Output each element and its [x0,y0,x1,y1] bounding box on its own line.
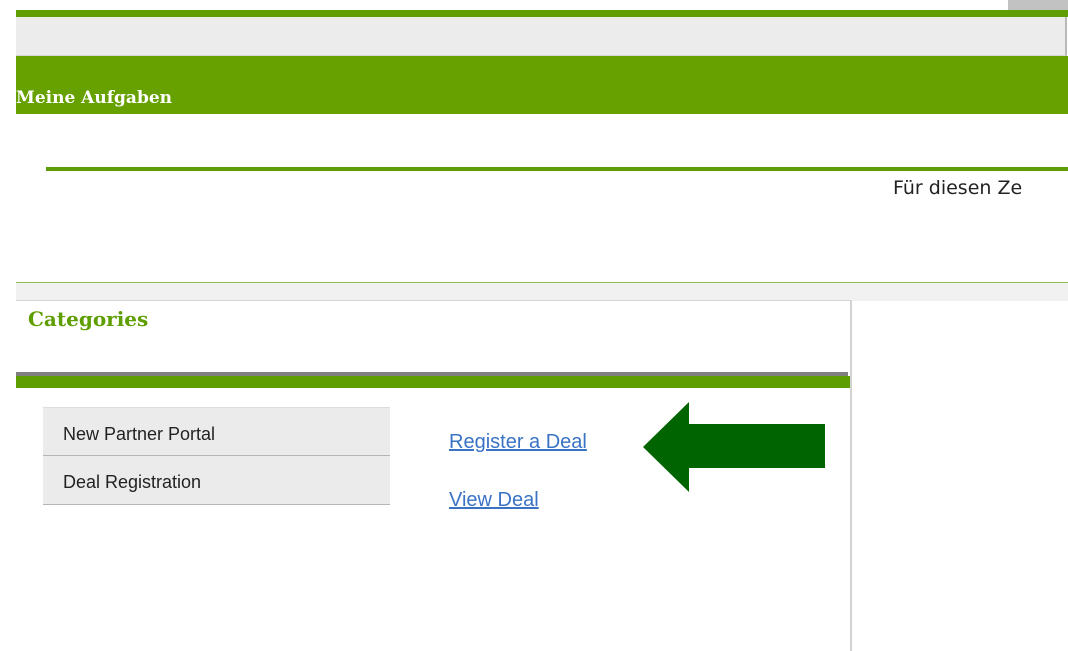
light-strip [16,283,1068,301]
header-bar [16,56,1068,114]
page-title: Meine Aufgaben [16,88,173,108]
left-arrow-icon [643,402,825,492]
category-deal-registration[interactable]: Deal Registration [43,456,390,505]
categories-title: Categories [28,307,149,331]
top-accent-bar [16,10,1068,17]
view-deal-link[interactable]: View Deal [449,489,539,512]
top-toolbar [16,17,1067,56]
register-deal-link[interactable]: Register a Deal [449,431,587,454]
corner-block [1008,0,1068,10]
section-divider [46,167,1068,171]
category-new-partner-portal[interactable]: New Partner Portal [43,407,390,456]
page: Meine Aufgaben Für diesen Ze Categories … [0,0,1068,651]
info-text: Für diesen Ze [893,177,1023,199]
panel-top-border [16,300,850,301]
green-rule [16,376,850,388]
